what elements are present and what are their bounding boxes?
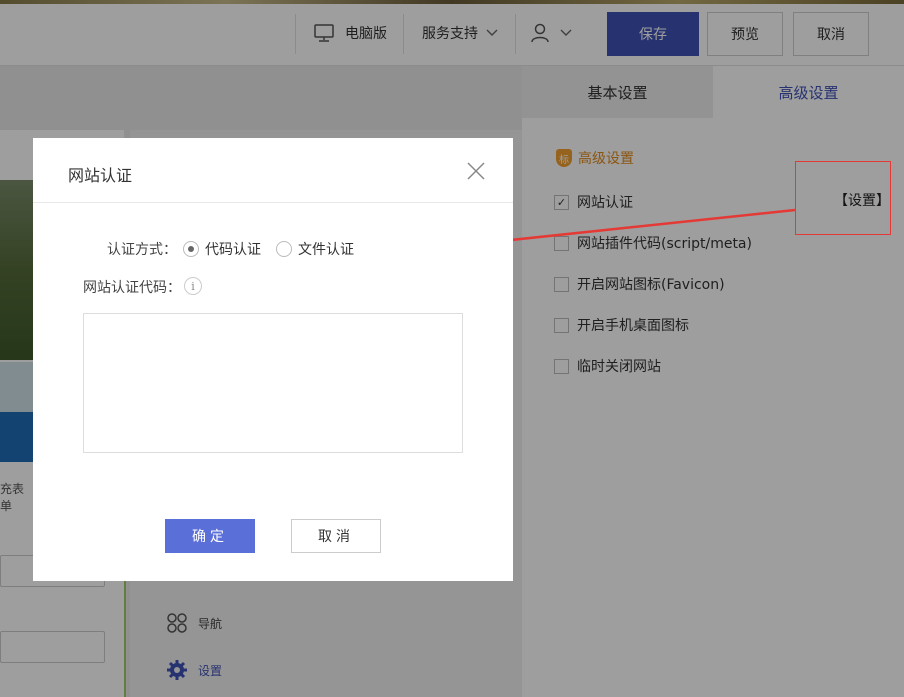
close-icon[interactable] [465, 160, 487, 182]
dialog-divider [33, 202, 513, 203]
radio-file-verification[interactable]: 文件认证 [276, 239, 354, 259]
radio-label: 代码认证 [205, 242, 261, 258]
dialog-cancel-button[interactable]: 取消 [291, 519, 381, 553]
code-label: 网站认证代码： [83, 280, 181, 296]
method-label: 认证方式： [107, 242, 177, 258]
annotation-highlight-box [795, 161, 891, 235]
info-icon[interactable]: i [184, 277, 202, 295]
dialog-title: 网站认证 [68, 166, 133, 185]
radio-code-verification[interactable]: 代码认证 [183, 239, 261, 259]
confirm-button[interactable]: 确定 [165, 519, 255, 553]
site-verification-dialog: 网站认证 认证方式： 代码认证 文件认证 网站认证代码： i 确定 取消 [33, 138, 513, 581]
verification-code-input[interactable] [83, 313, 463, 453]
radio[interactable] [276, 241, 292, 257]
annotation-arrow-icon [472, 208, 796, 251]
radio-label: 文件认证 [298, 242, 354, 258]
radio-selected[interactable] [183, 241, 199, 257]
